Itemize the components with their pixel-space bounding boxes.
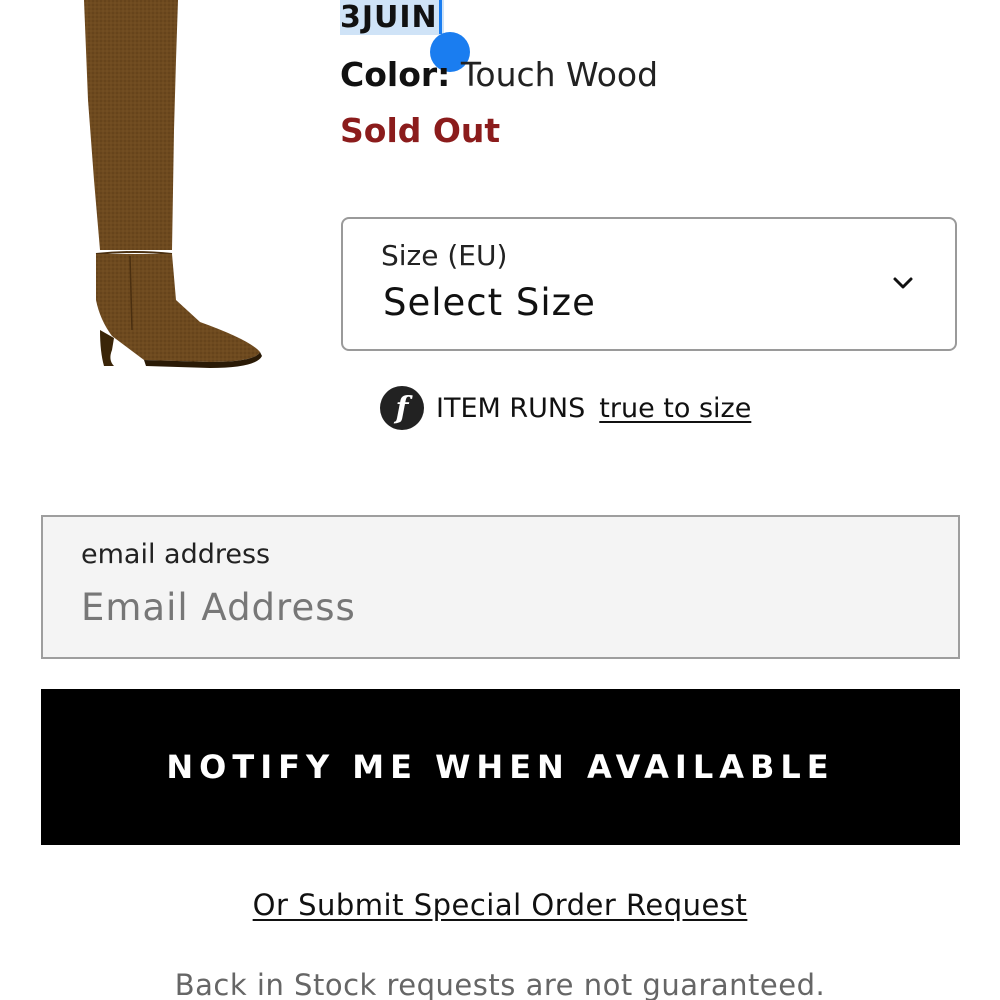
notify-me-button[interactable]: NOTIFY ME WHEN AVAILABLE (41, 689, 960, 845)
stock-status: Sold Out (340, 111, 501, 150)
email-label: email address (81, 539, 271, 570)
product-color: Color: Touch Wood (340, 54, 658, 96)
fit-link[interactable]: true to size (599, 393, 751, 424)
color-label: Color: (340, 55, 451, 94)
brand-text: 3JUIN (340, 0, 438, 35)
back-in-stock-disclaimer: Back in Stock requests are not guarantee… (174, 968, 826, 1000)
fit-text: ITEM RUNS (436, 392, 586, 424)
size-select-value: Select Size (383, 281, 596, 324)
special-order: Or Submit Special Order Request (0, 888, 1000, 922)
product-page: 3JUIN Color: Touch Wood Sold Out Size (E… (0, 0, 1000, 1000)
fit-info: f ITEM RUNS true to size (380, 385, 751, 431)
fit-predictor-icon: f (380, 386, 424, 430)
color-value: Touch Wood (460, 55, 659, 94)
special-order-link[interactable]: Or Submit Special Order Request (253, 888, 748, 922)
product-image[interactable] (60, 0, 280, 380)
brand-selection: 3JUIN (340, 0, 444, 35)
selection-caret (438, 0, 442, 34)
email-input[interactable] (81, 581, 901, 633)
size-select[interactable]: Size (EU) Select Size (341, 217, 957, 351)
brand-name[interactable]: 3JUIN (340, 0, 444, 40)
email-field[interactable]: email address (41, 515, 960, 659)
size-select-label: Size (EU) (381, 239, 508, 272)
chevron-down-icon (893, 277, 913, 289)
